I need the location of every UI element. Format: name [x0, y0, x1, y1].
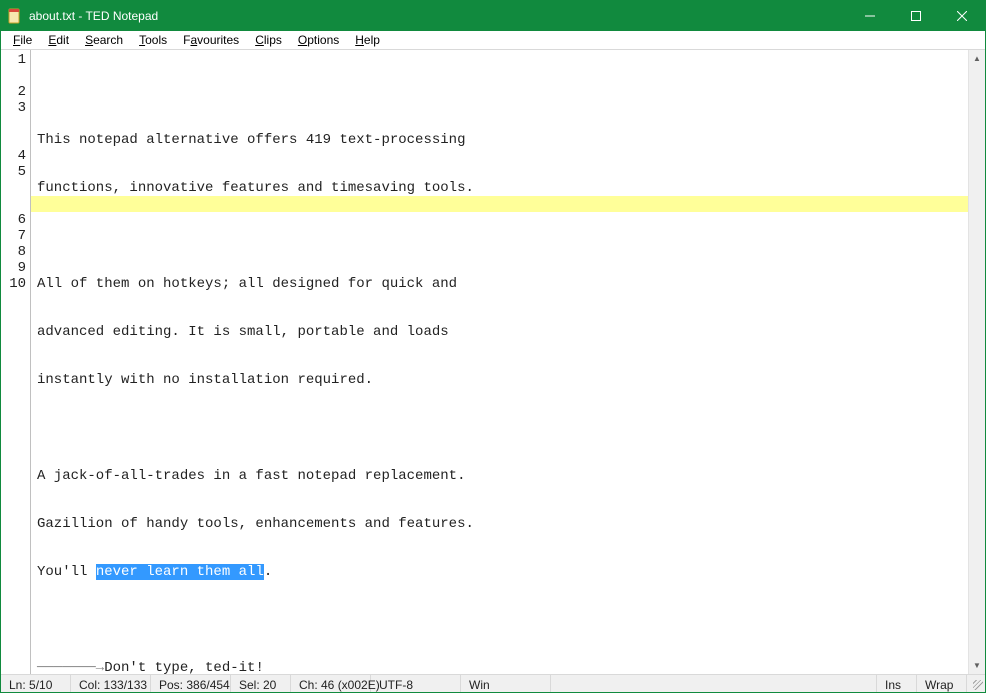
text-span: You'll — [37, 564, 96, 580]
line-number: 4 — [1, 148, 30, 164]
menubar: File Edit Search Tools Favourites Clips … — [1, 31, 985, 50]
app-window: about.txt - TED Notepad File Edit Search… — [0, 0, 986, 693]
selection: never learn them all — [96, 564, 264, 580]
line-number: 8 — [1, 244, 30, 260]
status-line[interactable]: Ln: 5/10 — [1, 675, 71, 692]
status-insert-mode[interactable]: Ins — [877, 675, 917, 692]
line-number: 9 — [1, 260, 30, 276]
tab-arrow-icon: ───────→ — [37, 660, 104, 674]
line-number: 6 — [1, 212, 30, 228]
menu-edit[interactable]: Edit — [40, 31, 77, 49]
status-encoding[interactable]: UTF-8 — [371, 675, 461, 692]
maximize-button[interactable] — [893, 1, 939, 31]
menu-clips[interactable]: Clips — [247, 31, 290, 49]
text-span: Don't type, ted-it! — [104, 660, 264, 674]
status-gap — [551, 675, 877, 692]
line-number-blank — [1, 116, 30, 132]
text-line — [37, 612, 964, 628]
text-line: All of them on hotkeys; all designed for… — [37, 276, 964, 292]
text-editor[interactable]: This notepad alternative offers 419 text… — [31, 50, 968, 674]
line-number: 3 — [1, 100, 30, 116]
line-number-gutter: 1 2 3 4 5 6 7 8 9 10 — [1, 50, 31, 674]
text-line — [37, 420, 964, 436]
text-span: . — [264, 564, 272, 580]
text-line: instantly with no installation required. — [37, 372, 964, 388]
text-line — [37, 228, 964, 244]
line-number: 1 — [1, 52, 30, 68]
menu-favourites[interactable]: Favourites — [175, 31, 247, 49]
text-line: Gazillion of handy tools, enhancements a… — [37, 516, 964, 532]
titlebar[interactable]: about.txt - TED Notepad — [1, 1, 985, 31]
line-number-blank — [1, 196, 30, 212]
text-line: advanced editing. It is small, portable … — [37, 324, 964, 340]
editor-area: 1 2 3 4 5 6 7 8 9 10 This notepad altern… — [1, 50, 985, 674]
line-number: 2 — [1, 84, 30, 100]
app-icon — [7, 8, 23, 24]
menu-tools[interactable]: Tools — [131, 31, 175, 49]
text-line: You'll never learn them all. — [37, 564, 964, 580]
vertical-scrollbar[interactable]: ▲ ▼ — [968, 50, 985, 674]
statusbar: Ln: 5/10 Col: 133/133 Pos: 386/454 Sel: … — [1, 674, 985, 692]
scroll-up-button[interactable]: ▲ — [969, 50, 985, 67]
menu-options[interactable]: Options — [290, 31, 347, 49]
close-button[interactable] — [939, 1, 985, 31]
resize-grip[interactable] — [967, 675, 985, 692]
status-eol[interactable]: Win — [461, 675, 551, 692]
status-sel[interactable]: Sel: 20 — [231, 675, 291, 692]
window-title: about.txt - TED Notepad — [29, 9, 158, 23]
text-line: ───────→Don't type, ted-it! — [37, 660, 964, 674]
text-line: functions, innovative features and times… — [37, 180, 964, 196]
line-number-blank — [1, 68, 30, 84]
status-col[interactable]: Col: 133/133 — [71, 675, 151, 692]
menu-help[interactable]: Help — [347, 31, 388, 49]
menu-search[interactable]: Search — [77, 31, 131, 49]
menu-file[interactable]: File — [5, 31, 40, 49]
text-line: A jack-of-all-trades in a fast notepad r… — [37, 468, 964, 484]
line-number: 7 — [1, 228, 30, 244]
line-number-blank — [1, 132, 30, 148]
line-number: 10 — [1, 276, 30, 292]
line-number-blank — [1, 180, 30, 196]
status-pos[interactable]: Pos: 386/454 — [151, 675, 231, 692]
status-char[interactable]: Ch: 46 (x002E) — [291, 675, 371, 692]
editor-content: This notepad alternative offers 419 text… — [37, 100, 964, 674]
line-number: 5 — [1, 164, 30, 180]
status-wrap[interactable]: Wrap — [917, 675, 967, 692]
scroll-down-button[interactable]: ▼ — [969, 657, 985, 674]
text-line: This notepad alternative offers 419 text… — [37, 132, 964, 148]
minimize-button[interactable] — [847, 1, 893, 31]
